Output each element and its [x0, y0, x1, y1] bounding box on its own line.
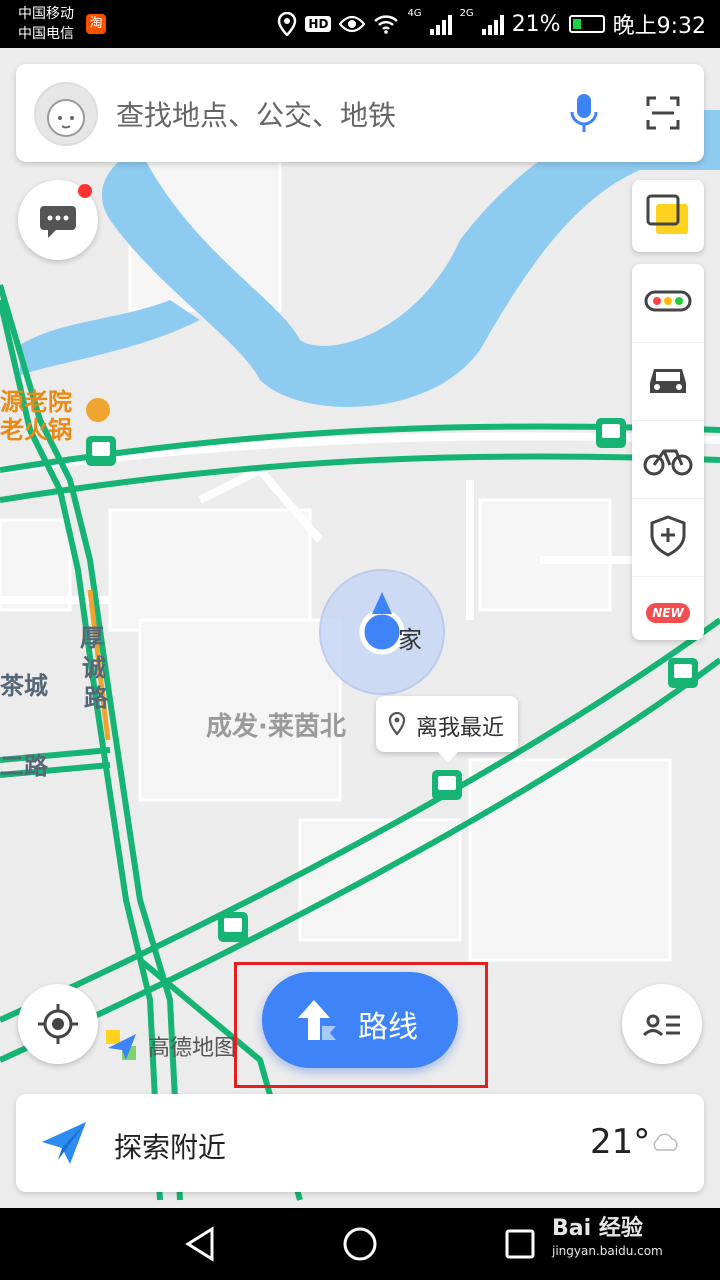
search-bar[interactable]: 查找地点、公交、地铁 — [16, 64, 704, 162]
amap-logo-icon — [106, 1030, 136, 1060]
layers-icon — [646, 194, 688, 234]
watermark-brand: Bai 经验 — [552, 1216, 643, 1241]
carrier-1: 中国移动 — [18, 6, 74, 22]
layers-button[interactable] — [632, 180, 704, 252]
taxi-button[interactable] — [632, 342, 704, 414]
messages-button[interactable] — [18, 180, 98, 260]
battery-icon — [568, 15, 605, 33]
list-icon — [642, 1014, 680, 1037]
cloud-icon — [653, 1133, 678, 1151]
carrier-2: 中国电信 — [18, 26, 74, 42]
status-icons: HD 4G 2G 21% 晚上9:32 — [277, 8, 706, 40]
map-label-road-3: 路 — [84, 684, 108, 712]
microphone-icon[interactable] — [568, 92, 600, 136]
temperature: 21° — [590, 1122, 651, 1162]
battery-percent: 21% — [511, 11, 561, 37]
network-2g-label: 2G — [459, 8, 474, 19]
signal-icon-2 — [481, 13, 504, 35]
bike-button[interactable] — [632, 420, 704, 492]
locate-button[interactable] — [18, 984, 98, 1064]
home-icon[interactable] — [342, 1226, 378, 1262]
map-label-road-4: 二路 — [0, 752, 48, 780]
map-label-tea-city: 茶城 — [0, 672, 48, 700]
search-input[interactable]: 查找地点、公交、地铁 — [116, 94, 396, 134]
list-button[interactable] — [622, 984, 702, 1064]
network-4g-label: 4G — [407, 8, 422, 19]
unread-dot — [78, 184, 92, 198]
map-label-restaurant-2[interactable]: 老火锅 — [0, 410, 72, 445]
new-badge: NEW — [646, 603, 690, 623]
eye-icon — [339, 15, 366, 33]
status-bar: 中国移动 中国电信 淘 HD 4G 2G 21% 晚上9:32 — [0, 0, 720, 48]
carrier-info: 中国移动 中国电信 — [18, 4, 74, 44]
bike-icon — [643, 449, 693, 476]
paper-plane-icon — [42, 1122, 86, 1164]
traffic-light-icon — [644, 290, 692, 312]
shield-plus-icon — [650, 515, 686, 557]
highlight-annotation — [234, 962, 488, 1088]
home-label[interactable]: 家 — [398, 620, 422, 655]
nearest-label: 离我最近 — [416, 716, 505, 741]
signal-icon — [429, 13, 452, 35]
traffic-button[interactable] — [632, 264, 704, 336]
location-pin-icon — [388, 712, 406, 736]
watermark-url: jingyan.baidu.com — [552, 1244, 663, 1258]
avatar[interactable] — [34, 82, 98, 146]
avatar-face-icon — [47, 99, 85, 137]
location-pin-icon — [278, 12, 297, 36]
map-tools: NEW — [632, 264, 704, 640]
crosshair-icon — [38, 1004, 78, 1044]
car-icon — [650, 369, 686, 393]
taobao-icon: 淘 — [86, 14, 106, 34]
wifi-icon — [374, 15, 399, 34]
explore-nearby-card[interactable]: 探索附近 21° — [16, 1094, 704, 1192]
clock: 晚上9:32 — [612, 14, 706, 39]
amap-logo: 高德地图 — [104, 1028, 236, 1064]
safety-button[interactable] — [632, 498, 704, 570]
new-feature-button[interactable]: NEW — [632, 576, 704, 648]
map-label-community[interactable]: 成发·莱茵北 — [206, 706, 346, 743]
nearest-tooltip[interactable]: 离我最近 — [376, 696, 518, 762]
scan-icon[interactable] — [646, 96, 680, 130]
explore-label: 探索附近 — [114, 1131, 227, 1164]
recents-icon[interactable] — [504, 1228, 536, 1260]
amap-logo-text: 高德地图 — [148, 1036, 237, 1061]
hd-badge: HD — [305, 16, 332, 32]
back-icon[interactable] — [184, 1226, 216, 1262]
watermark: Bai 经验 jingyan.baidu.com — [552, 1210, 663, 1258]
